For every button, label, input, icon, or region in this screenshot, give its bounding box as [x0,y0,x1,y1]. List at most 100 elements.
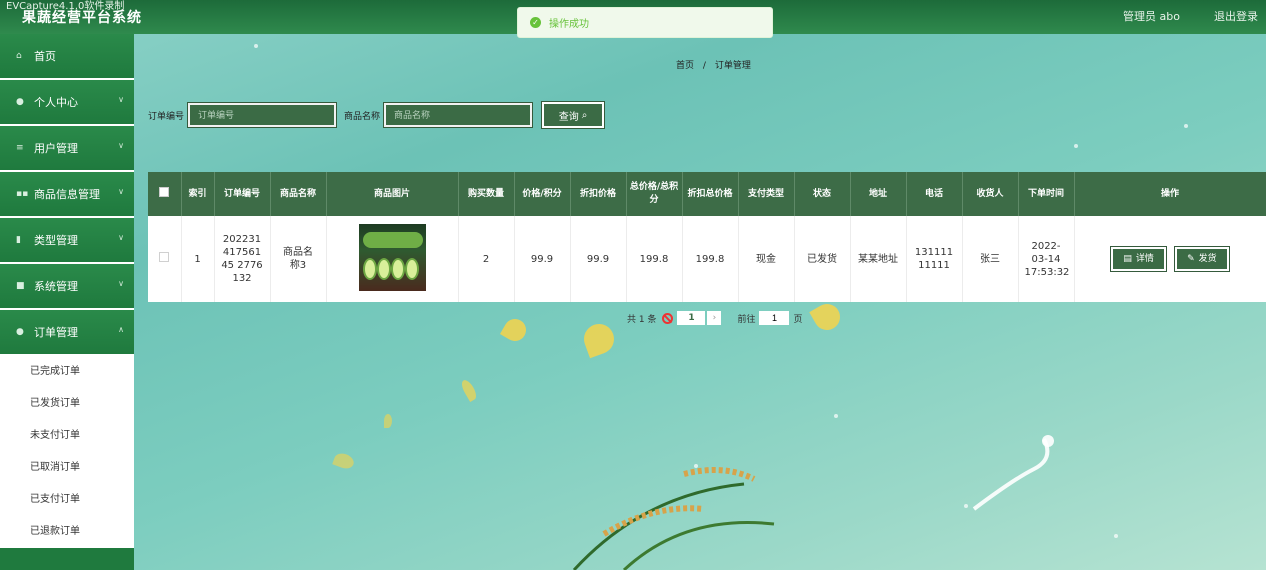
sidebar-footer [0,548,134,570]
column-header: 订单编号 [214,172,271,216]
query-button[interactable]: 查询 ⌕ [541,101,606,129]
ship-button-label: 发货 [1198,253,1217,264]
sidebar-item-home[interactable]: ⌂ 首页 [0,34,134,78]
breadcrumb: 首页 / 订单管理 [676,58,751,71]
sidebar-item-label: 个人中心 [34,96,78,109]
table-row: 1 20223141756145 2776132 商品名称3 2 99.9 99… [148,216,1266,302]
cell-receiver: 张三 [962,216,1019,302]
sidebar-item-products[interactable]: ▪▪ 商品信息管理 ∨ [0,172,134,216]
column-header: 地址 [850,172,907,216]
check-circle-icon: ✓ [530,17,541,28]
cell-status: 已发货 [794,216,851,302]
sidebar-item-label: 系统管理 [34,280,78,293]
menu-icon: ≡ [16,143,24,153]
sidebar-item-system[interactable]: ■ 系统管理 ∨ [0,264,134,308]
next-page-button[interactable]: › [707,311,722,325]
search-icon: ⌕ [581,109,588,121]
row-select-cell[interactable] [148,216,182,302]
column-header: 折扣总价格 [682,172,739,216]
sidebar: ⌂ 首页 ● 个人中心 ∨ ≡ 用户管理 ∨ ▪▪ 商品信息管理 ∨ ▮ 类型管… [0,34,134,570]
sidebar-item-types[interactable]: ▮ 类型管理 ∨ [0,218,134,262]
row-checkbox[interactable] [159,252,170,262]
card-icon: ■ [16,281,25,291]
home-icon: ⌂ [16,51,22,61]
cell-quantity: 2 [458,216,515,302]
chevron-right-icon: › [712,313,717,323]
cell-product-name: 商品名称3 [270,216,327,302]
sidebar-item-users[interactable]: ≡ 用户管理 ∨ [0,126,134,170]
product-name-input[interactable] [383,102,534,128]
chevron-down-icon: ∨ [118,187,124,196]
column-header: 总价格/总积分 [626,172,683,216]
select-all-checkbox[interactable] [159,186,170,197]
chevron-down-icon: ∨ [118,233,124,242]
order-no-label: 订单编号 [148,111,185,122]
sidebar-item-orders[interactable]: ● 订单管理 ∧ [0,310,134,354]
cell-order-time: 2022-03-14 17:53:32 [1018,216,1075,302]
total-count: 共 1 条 [627,314,657,325]
document-icon: ▤ [1123,253,1132,264]
sidebar-item-profile[interactable]: ● 个人中心 ∨ [0,80,134,124]
chevron-down-icon: ∨ [118,141,124,150]
user-icon: ● [16,97,24,107]
cell-product-image [326,216,459,302]
chevron-down-icon: ∨ [118,279,124,288]
column-header: 电话 [906,172,963,216]
column-header: 价格/积分 [514,172,571,216]
cell-price: 99.9 [514,216,571,302]
sidebar-item-label: 商品信息管理 [34,188,100,201]
toast-message: 操作成功 [549,19,589,30]
ship-button[interactable]: ✎ 发货 [1174,246,1230,272]
cell-discount-total: 199.8 [682,216,739,302]
order-no-input[interactable] [187,102,338,128]
table-header-row: 索引 订单编号 商品名称 商品图片 购买数量 价格/积分 折扣价格 总价格/总积… [148,172,1266,216]
submenu-completed-orders[interactable]: 已完成订单 [0,356,134,388]
breadcrumb-current: 订单管理 [714,61,751,71]
column-header: 折扣价格 [570,172,627,216]
current-user: 管理员 abo [1123,10,1180,23]
column-header: 购买数量 [458,172,515,216]
chevron-up-icon: ∧ [118,325,124,334]
logout-link[interactable]: 退出登录 [1214,8,1258,24]
page-suffix: 页 [793,314,803,325]
sidebar-item-label: 首页 [34,50,56,63]
current-page[interactable]: 1 [677,311,706,325]
bar-chart-icon: ▮ [16,235,21,245]
query-button-label: 查询 [558,111,579,123]
sidebar-item-label: 用户管理 [34,142,78,155]
column-header: 收货人 [962,172,1019,216]
submenu-shipped-orders[interactable]: 已发货订单 [0,388,134,420]
pin-icon: ● [16,327,24,337]
product-image[interactable] [358,223,426,291]
select-all-header[interactable] [148,172,182,216]
product-name-label: 商品名称 [344,111,381,122]
submenu-paid-orders[interactable]: 已支付订单 [0,484,134,516]
search-bar: 订单编号 商品名称 查询 ⌕ [148,101,606,129]
column-header: 状态 [794,172,851,216]
goto-page-input[interactable] [759,311,790,325]
detail-button[interactable]: ▤ 详情 [1110,246,1167,272]
column-header: 下单时间 [1018,172,1075,216]
cell-actions: ▤ 详情 ✎ 发货 [1074,216,1266,302]
grid-icon: ▪▪ [16,189,29,199]
sidebar-item-label: 订单管理 [34,326,78,339]
column-header: 商品图片 [326,172,459,216]
cell-discount-price: 99.9 [570,216,627,302]
breadcrumb-home[interactable]: 首页 [676,61,694,71]
orders-table: 索引 订单编号 商品名称 商品图片 购买数量 价格/积分 折扣价格 总价格/总积… [148,172,1266,302]
column-header: 索引 [181,172,215,216]
chevron-down-icon: ∨ [118,95,124,104]
cell-phone: 13111111111 [906,216,963,302]
cell-pay-type: 现金 [738,216,795,302]
edit-icon: ✎ [1187,253,1195,264]
app-title: 果蔬经营平台系统 [22,10,142,26]
column-header: 操作 [1074,172,1266,216]
submenu-refunded-orders[interactable]: 已退款订单 [0,516,134,548]
prev-disabled-icon[interactable] [662,312,674,324]
submenu-cancelled-orders[interactable]: 已取消订单 [0,452,134,484]
submenu-unpaid-orders[interactable]: 未支付订单 [0,420,134,452]
cell-order-no: 20223141756145 2776132 [214,216,271,302]
pagination: 共 1 条 1 › 前往 页 [627,311,802,325]
column-header: 支付类型 [738,172,795,216]
cell-total-price: 199.8 [626,216,683,302]
